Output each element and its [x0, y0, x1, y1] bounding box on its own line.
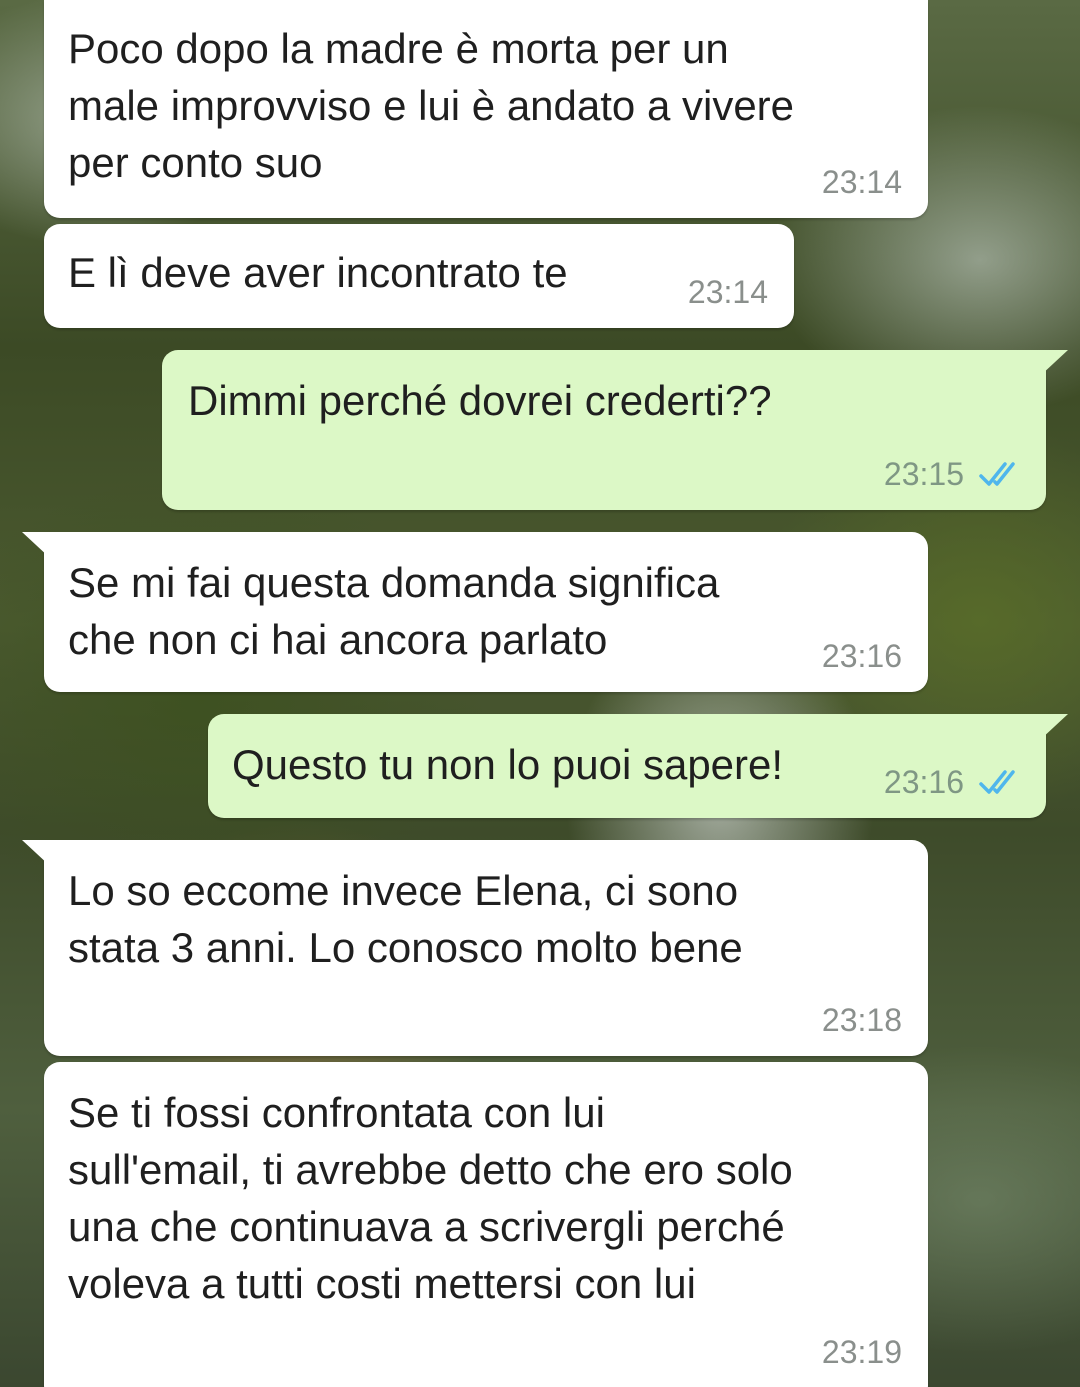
message-timestamp: 23:15 [883, 456, 964, 492]
message-bubble-incoming[interactable]: Lo so eccome invece Elena, ci sono stata… [22, 840, 928, 1056]
message-text: Se mi fai questa domanda significa che n… [68, 559, 720, 663]
message-timestamp: 23:19 [821, 1334, 902, 1370]
message-text: E lì deve aver incontrato te [68, 249, 568, 296]
message-timestamp: 23:16 [821, 638, 902, 674]
message-text: Dimmi perché dovrei crederti?? [188, 377, 772, 424]
message-bubble-incoming[interactable]: Se ti fossi confrontata con lui sull'ema… [44, 1062, 928, 1387]
message-bubble-outgoing[interactable]: Dimmi perché dovrei crederti?? 23:15 [162, 350, 1068, 510]
bubble-tail [22, 532, 50, 558]
bubble-tail [1040, 714, 1068, 740]
message-timestamp: 23:14 [821, 164, 902, 200]
message-timestamp: 23:14 [687, 274, 768, 310]
double-check-icon [979, 770, 1015, 794]
message-bubble-incoming[interactable]: Poco dopo la madre è morta per un male i… [44, 0, 928, 218]
message-timestamp: 23:16 [883, 764, 964, 800]
message-bubble-incoming[interactable]: E lì deve aver incontrato te 23:14 [44, 224, 794, 328]
message-text: Se ti fossi confrontata con lui sull'ema… [68, 1089, 793, 1307]
double-check-icon [979, 462, 1015, 486]
message-bubble-incoming[interactable]: Se mi fai questa domanda significa che n… [22, 532, 928, 692]
bubble-tail [22, 840, 50, 866]
message-text: Lo so eccome invece Elena, ci sono stata… [68, 867, 743, 971]
message-bubble-outgoing[interactable]: Questo tu non lo puoi sapere! 23:16 [208, 714, 1068, 818]
message-timestamp: 23:18 [821, 1002, 902, 1038]
message-text: Poco dopo la madre è morta per un male i… [68, 25, 795, 186]
bubble-tail [1040, 350, 1068, 376]
